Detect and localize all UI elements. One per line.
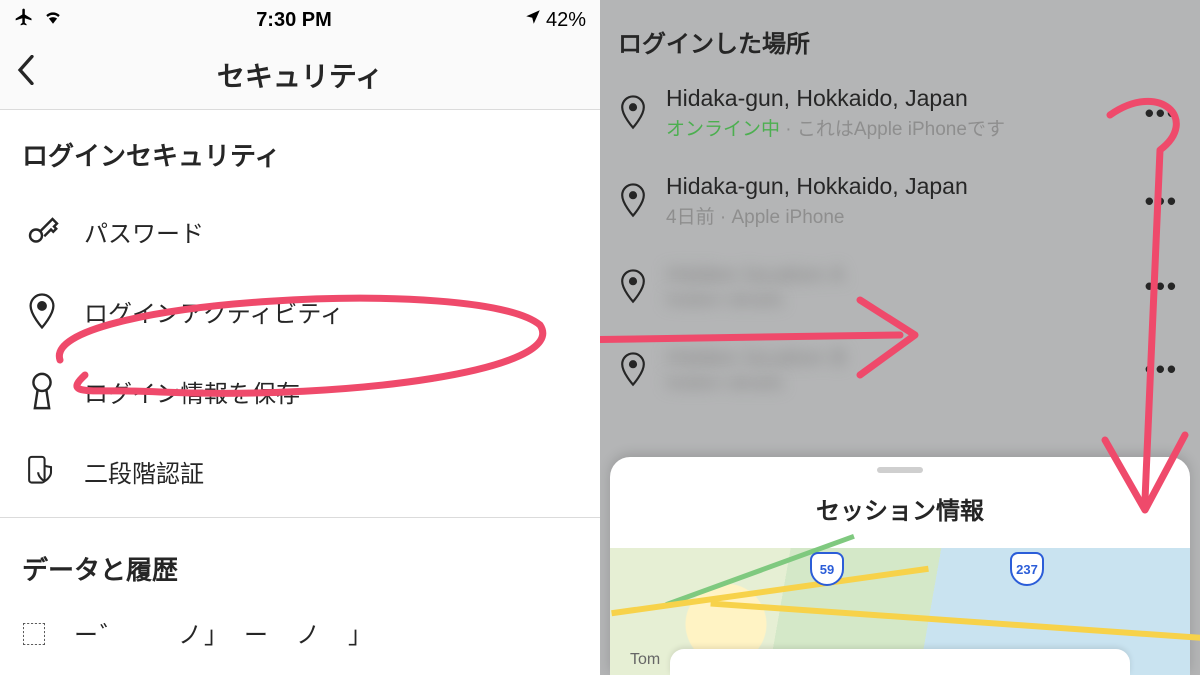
session-location: Hidaka-gun, Hokkaido, Japan [666,85,1125,112]
shield-phone-icon [22,451,62,491]
session-map[interactable]: 59 237 Tom [610,548,1190,675]
login-activity-screen: ログインした場所 Hidaka-gun, Hokkaido, Japan オンラ… [600,0,1200,675]
map-popup [670,649,1130,675]
sheet-title: セッション情報 [816,491,984,526]
session-row-1[interactable]: Hidaka-gun, Hokkaido, Japan 4日前 · Apple … [600,157,1200,245]
key-icon [22,211,62,251]
location-pin-icon [618,351,650,389]
section-data-history: データと履歴 [0,524,600,605]
session-sub: オンライン中 · これはApple iPhoneです [666,114,1125,141]
battery-text: 42% [546,9,586,32]
route-shield: 237 [1010,552,1044,586]
back-button[interactable] [16,55,56,94]
location-pin-icon [618,182,650,220]
session-location: Hidden location B [666,344,1125,371]
session-menu-button[interactable]: ••• [1141,186,1182,217]
session-row-3[interactable]: Hidden location B hidden details ••• [600,328,1200,411]
row-save-login-label: ログイン情報を保存 [84,374,300,409]
row-login-activity-label: ログインアクティビティ [84,294,344,329]
truncated-row: ⬚ ー゛ ノ」 ー ノ 」 [0,605,600,660]
clock: 7:30 PM [64,9,524,32]
session-menu-button[interactable]: ••• [1141,98,1182,129]
location-pin-icon [618,94,650,132]
session-sub: hidden details [666,290,1125,312]
row-login-activity[interactable]: ログインアクティビティ [0,271,600,351]
login-locations-title: ログインした場所 [600,0,1200,69]
session-location: Hidden location A [666,261,1125,288]
session-sub: 4日前 · Apple iPhone [666,202,1125,229]
security-settings-screen: 7:30 PM 42% セキュリティ ログインセキュリティ パスワード ログイン… [0,0,600,675]
sheet-grabber[interactable] [877,467,923,473]
row-save-login-info[interactable]: ログイン情報を保存 [0,351,600,431]
status-bar: 7:30 PM 42% [0,0,600,40]
session-sub: hidden details [666,373,1125,395]
session-menu-button[interactable]: ••• [1141,271,1182,302]
route-shield: 59 [810,552,844,586]
row-password-label: パスワード [84,214,204,249]
row-two-factor-label: 二段階認証 [84,454,204,489]
page-title: セキュリティ [56,55,584,95]
session-info-sheet[interactable]: セッション情報 59 237 Tom [610,457,1190,675]
location-pin-icon [618,268,650,306]
session-location: Hidaka-gun, Hokkaido, Japan [666,173,1125,200]
location-arrow-icon [524,8,542,32]
keyhole-icon [22,371,62,411]
nav-header: セキュリティ [0,40,600,110]
row-password[interactable]: パスワード [0,191,600,271]
map-place-label: Tom [630,651,660,669]
wifi-icon [42,8,64,32]
session-row-2[interactable]: Hidden location A hidden details ••• [600,245,1200,328]
row-two-factor[interactable]: 二段階認証 [0,431,600,511]
session-row-0[interactable]: Hidaka-gun, Hokkaido, Japan オンライン中 · これは… [600,69,1200,157]
location-pin-icon [22,291,62,331]
divider [0,517,600,518]
airplane-mode-icon [14,7,34,33]
section-login-security: ログインセキュリティ [0,110,600,191]
session-menu-button[interactable]: ••• [1141,354,1182,385]
